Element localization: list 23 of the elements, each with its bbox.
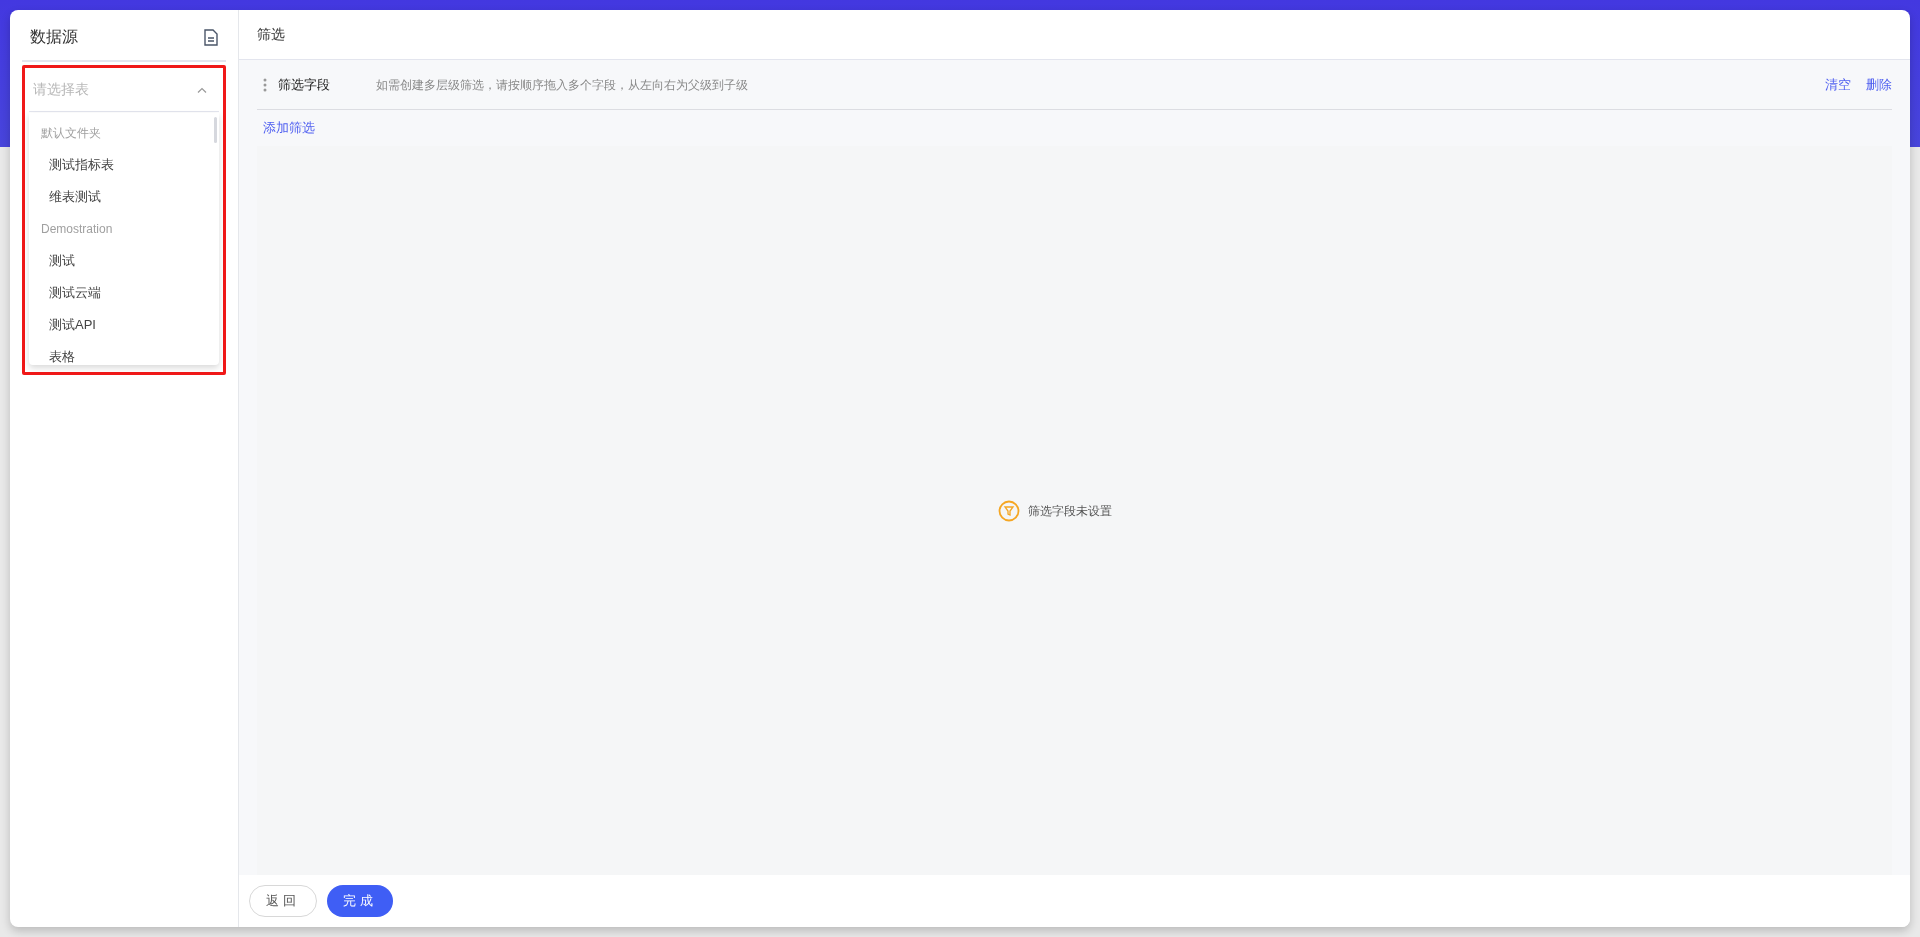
sidebar-title: 数据源 xyxy=(30,27,78,47)
group-label: 默认文件夹 xyxy=(40,125,102,142)
dropdown-item[interactable]: 测试指标表 xyxy=(29,149,209,181)
filter-hint: 如需创建多层级筛选，请按顺序拖入多个字段，从左向右为父级到子级 xyxy=(376,76,748,94)
drag-handle-icon[interactable] xyxy=(263,77,267,92)
document-icon xyxy=(204,28,218,46)
back-button[interactable]: 返回 xyxy=(249,885,317,917)
empty-state-text: 筛选字段未设置 xyxy=(1027,502,1112,520)
dropdown-item[interactable]: 表格 xyxy=(29,341,209,365)
group-label: Demostration xyxy=(40,221,114,238)
dropdown-item[interactable]: 测试云端 xyxy=(29,277,209,309)
action-link[interactable]: 清空 xyxy=(1825,74,1851,95)
filter-field-label: 筛选字段 xyxy=(278,75,331,94)
dropdown-item[interactable]: 测试 xyxy=(29,245,209,277)
done-button[interactable]: 完成 xyxy=(327,885,393,917)
scrollbar-thumb[interactable] xyxy=(214,117,217,143)
action-link[interactable]: 删除 xyxy=(1866,74,1892,95)
chevron-icon xyxy=(197,86,207,93)
add-filter-link[interactable]: 添加筛选 xyxy=(263,118,315,138)
dropdown-item[interactable]: 测试API xyxy=(29,309,209,341)
header-title: 筛选 xyxy=(257,25,285,44)
filter-icon xyxy=(997,499,1020,522)
dropdown-item[interactable]: 维表测试 xyxy=(29,181,209,213)
